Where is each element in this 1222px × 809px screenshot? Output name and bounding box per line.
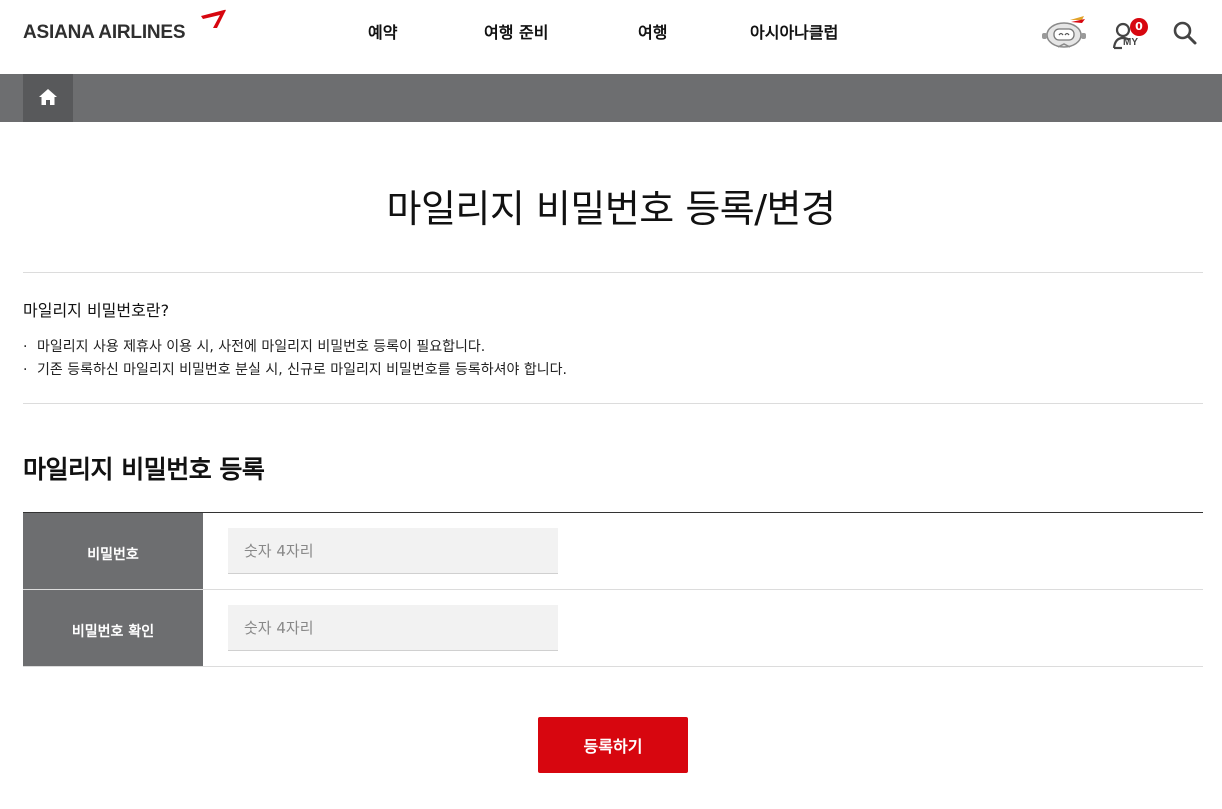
password-label: 비밀번호 [23,513,203,589]
location-bar [0,74,1222,122]
search-icon[interactable] [1172,20,1198,46]
nav-item-asiana-club[interactable]: 아시아나클럽 [750,19,838,43]
password-cell [203,513,1203,589]
register-button[interactable]: 등록하기 [538,717,688,773]
my-page-button[interactable]: 0 MY [1110,17,1150,53]
my-notification-badge: 0 [1130,18,1148,36]
home-icon [39,89,57,105]
info-item: · 마일리지 사용 제휴사 이용 시, 사전에 마일리지 비밀번호 등록이 필요합… [23,339,486,355]
nav-item-travel-prep[interactable]: 여행 준비 [484,19,548,43]
divider [23,403,1203,404]
info-title: 마일리지 비밀번호란? [23,301,170,320]
logo-text: ASIANA AIRLINES [23,22,186,43]
page-title: 마일리지 비밀번호 등록/변경 [386,187,836,231]
nav-item-reservation[interactable]: 예약 [368,19,397,43]
password-form-table: 비밀번호 비밀번호 확인 [23,512,1203,667]
logo-swoosh-icon [201,9,226,28]
my-label: MY [1123,37,1138,48]
home-button[interactable] [23,74,73,122]
password-confirm-input[interactable] [228,605,558,651]
info-list: · 마일리지 사용 제휴사 이용 시, 사전에 마일리지 비밀번호 등록이 필요합… [23,336,567,382]
password-input[interactable] [228,528,558,574]
password-confirm-row: 비밀번호 확인 [23,590,1203,667]
password-confirm-label: 비밀번호 확인 [23,590,203,666]
nav-item-travel[interactable]: 여행 [638,19,667,43]
divider [23,272,1203,273]
info-item: · 기존 등록하신 마일리지 비밀번호 분실 시, 신규로 마일리지 비밀번호를 … [23,362,567,378]
chatbot-robot-icon[interactable] [1040,14,1088,52]
password-confirm-cell [203,590,1203,666]
section-title: 마일리지 비밀번호 등록 [23,455,265,484]
password-row: 비밀번호 [23,513,1203,590]
global-header: ASIANA AIRLINES 예약 여행 준비 여행 아시아나클럽 0 MY [0,0,1222,74]
